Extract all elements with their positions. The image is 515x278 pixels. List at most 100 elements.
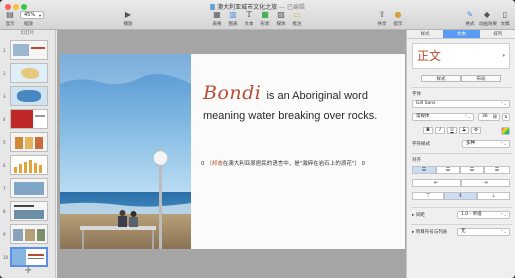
window-title: 澳大利亚城市文化之旅 — 已编辑 <box>0 2 515 11</box>
chevron-down-icon: ⌃⌄ <box>500 101 507 106</box>
chart-icon: ▥ <box>229 10 237 19</box>
align-justify-button[interactable]: ☰ <box>484 166 510 174</box>
navigator-header: 幻灯片 <box>20 31 35 36</box>
play-button[interactable]: ▶ 播放 <box>120 10 136 28</box>
comment-button[interactable]: ▭ 批注 <box>291 10 303 28</box>
outdent-icon: ⇤ <box>434 180 439 186</box>
text-options-button[interactable]: ⚙ <box>471 127 481 134</box>
align-right-icon: ☰ <box>469 167 475 173</box>
tab-text[interactable]: 文本 <box>443 30 480 39</box>
valign-bottom-button[interactable]: ⊥ <box>477 192 510 200</box>
shape-button[interactable]: ■ 形状 <box>259 10 271 28</box>
slide-thumbnail-7[interactable]: 7 <box>2 178 54 198</box>
valign-top-icon: ⊤ <box>425 193 431 199</box>
slide-navigator: 幻灯片 1 2 3 4 5 6 7 8 9 10 + <box>0 30 56 278</box>
valign-middle-button[interactable]: ⇕ <box>444 192 477 200</box>
slide-thumbnail-6[interactable]: 6 <box>2 155 54 175</box>
layout-segment[interactable]: 布局 <box>461 75 501 82</box>
bullets-disclosure[interactable]: ▸ 项目符号与列表 <box>412 229 447 235</box>
slide-thumbnail-10[interactable]: 10 <box>2 247 54 267</box>
document-button[interactable]: ▯ 文稿 <box>499 10 511 28</box>
chevron-down-icon: ⌃⌄ <box>500 141 507 146</box>
slide-heading-line2: meaning water breaking over rocks. <box>203 110 378 122</box>
slide-thumbnail-2[interactable]: 2 <box>2 63 54 83</box>
zoom-label: 缩放 <box>24 22 33 27</box>
shape-icon: ■ <box>261 10 269 19</box>
increase-indent-button[interactable]: ⇥ <box>461 179 510 187</box>
media-button[interactable]: ▨ 媒体 <box>275 10 287 28</box>
toolbar: 澳大利亚城市文化之旅 — 已编辑 ▤ 显示 45% ▾ 缩放 ▶ 播放 ▦ 表格… <box>0 0 515 30</box>
format-button[interactable]: ✎ 格式 <box>463 10 477 28</box>
spacing-select[interactable]: 1.0 - 单倍 ⌃⌄ <box>457 211 510 219</box>
lightbulb-icon: ● <box>394 10 402 19</box>
text-button[interactable]: T 文本 <box>243 10 255 28</box>
table-button[interactable]: ▦ 表格 <box>211 10 223 28</box>
bold-button[interactable]: B <box>423 127 433 134</box>
decrease-indent-button[interactable]: ⇤ <box>412 179 461 187</box>
chevron-down-icon: ▾ <box>502 53 505 59</box>
slide-text-box[interactable]: Bondi is an Aboriginal word meaning wate… <box>203 82 403 122</box>
font-size-field[interactable]: 36 磅 <box>478 113 500 121</box>
format-inspector: 样式 文本 排列 正文 ▾ 样式 布局 字体 Gill Sans ⌃⌄ 常规体 … <box>406 30 515 278</box>
slide-thumbnail-8[interactable]: 8 <box>2 201 54 221</box>
current-slide[interactable]: Bondi is an Aboriginal word meaning wate… <box>60 54 405 249</box>
strikethrough-button[interactable]: S <box>459 127 469 134</box>
bullets-select[interactable]: 无 ⌃⌄ <box>457 228 510 236</box>
text-box-icon: T <box>246 10 252 19</box>
animate-icon: ◆ <box>483 10 491 19</box>
app-window: 澳大利亚城市文化之旅 — 已编辑 ▤ 显示 45% ▾ 缩放 ▶ 播放 ▦ 表格… <box>0 0 515 278</box>
spacing-disclosure[interactable]: ▸ 间距 <box>412 212 425 218</box>
document-settings-icon: ▯ <box>502 10 508 19</box>
add-slide-button[interactable]: + <box>24 265 32 276</box>
play-icon: ▶ <box>124 10 132 19</box>
align-justify-icon: ☰ <box>494 167 500 173</box>
chevron-down-icon: ⌃⌄ <box>464 114 471 119</box>
valign-top-button[interactable]: ⊤ <box>412 192 444 200</box>
highlighted-word: Bondi <box>203 82 262 104</box>
tab-arrange[interactable]: 排列 <box>479 30 515 39</box>
table-icon: ▦ <box>213 10 221 19</box>
share-button[interactable]: ⇪ 共享 <box>376 10 388 28</box>
font-size-stepper[interactable]: ⇅ <box>502 113 510 121</box>
italic-button[interactable]: I <box>435 127 445 134</box>
style-segment[interactable]: 样式 <box>421 75 461 82</box>
font-family-select[interactable]: Gill Sans ⌃⌄ <box>412 100 510 108</box>
slide-thumbnail-4[interactable]: 4 <box>2 109 54 129</box>
disclosure-triangle-icon: ▸ <box>412 230 415 235</box>
alignment-section-label: 对齐 <box>412 158 421 163</box>
char-style-label: 字符样式 <box>412 142 430 147</box>
font-weight-select[interactable]: 常规体 ⌃⌄ <box>412 113 474 121</box>
chevron-down-icon: ⌃⌄ <box>500 229 507 234</box>
beach-photo[interactable] <box>60 54 191 249</box>
slide-thumbnail-3[interactable]: 3 <box>2 86 54 106</box>
text-color-well[interactable] <box>501 127 510 135</box>
paintbrush-icon: ✎ <box>466 10 474 19</box>
chevron-down-icon: ▾ <box>38 13 41 18</box>
align-right-button[interactable]: ☰ <box>460 166 484 174</box>
view-button[interactable]: ▤ 显示 <box>4 10 16 28</box>
paragraph-style-picker[interactable]: 正文 ▾ <box>412 43 510 69</box>
share-icon: ⇪ <box>378 10 386 19</box>
disclosure-triangle-icon: ▸ <box>412 213 415 218</box>
align-center-icon: ☰ <box>445 167 451 173</box>
inspector-tabs: 样式 文本 排列 <box>407 30 515 39</box>
align-left-icon: ☰ <box>421 167 427 173</box>
slide-thumbnail-1[interactable]: 1 <box>2 40 54 60</box>
sidebar-view-icon: ▤ <box>6 10 14 19</box>
tips-button[interactable]: ● 提示 <box>392 10 404 28</box>
chart-button[interactable]: ▥ 图表 <box>227 10 239 28</box>
tab-style[interactable]: 样式 <box>407 30 444 39</box>
chevron-down-icon: ⌃⌄ <box>500 212 507 217</box>
animate-button[interactable]: ◆ 动画效果 <box>479 10 497 28</box>
comment-icon: ▭ <box>293 10 301 19</box>
zoom-select[interactable]: 45% ▾ <box>20 11 44 19</box>
align-left-button[interactable]: ☰ <box>412 166 436 174</box>
align-center-button[interactable]: ☰ <box>436 166 460 174</box>
underline-button[interactable]: U <box>447 127 457 134</box>
media-icon: ▨ <box>277 10 285 19</box>
char-style-select[interactable]: 多种 ⌃⌄ <box>462 140 510 148</box>
slide-thumbnail-5[interactable]: 5 <box>2 132 54 152</box>
valign-bottom-icon: ⊥ <box>491 193 496 199</box>
slide-caption[interactable]: 0 （邦迪在澳大利亚原居民的语言中，是"激碎在岩石上的浪花"） 0 <box>201 159 365 167</box>
slide-thumbnail-9[interactable]: 9 <box>2 224 54 244</box>
